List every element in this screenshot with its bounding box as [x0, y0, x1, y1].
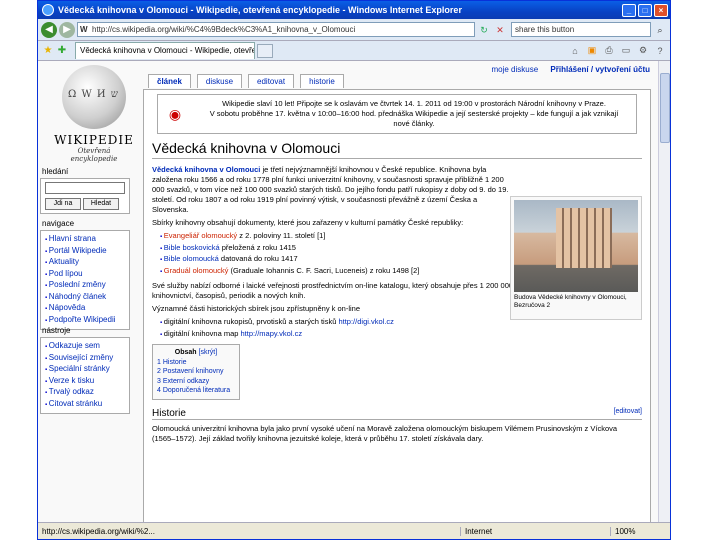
- photo-thumbnail[interactable]: Budova Vědecké knihovny v Olomouci, Bezr…: [510, 196, 642, 320]
- tab-edit[interactable]: editovat: [248, 74, 295, 88]
- zoom-level[interactable]: 100%: [610, 526, 670, 536]
- refresh-icon[interactable]: ↻: [477, 23, 491, 37]
- tools-item[interactable]: Odkazuje sem: [45, 341, 125, 353]
- list-intro: Sbírky knihovny obsahují dokumenty, kter…: [152, 218, 464, 227]
- wiki-name: WIKIPEDIE: [54, 133, 134, 147]
- notice-line: nové články.: [393, 119, 435, 128]
- nav-item[interactable]: Portál Wikipedie: [45, 246, 125, 258]
- nav-item[interactable]: Nápověda: [45, 303, 125, 315]
- globe-icon: [62, 65, 126, 129]
- tools-label: nástroje: [42, 326, 71, 335]
- table-of-contents: Obsah [skrýt] 1 Historie 2 Postavení kni…: [152, 344, 240, 400]
- toc-toggle[interactable]: [skrýt]: [199, 349, 218, 356]
- tools-item[interactable]: Speciální stránky: [45, 364, 125, 376]
- tools-item[interactable]: Trvalý odkaz: [45, 387, 125, 399]
- tools-portlet: nástroje Odkazuje sem Související změny …: [40, 326, 130, 414]
- list-item: digitální knihovna map http://mapy.vkol.…: [160, 329, 642, 341]
- tab-toolbar: ★ ✚ Vědecká knihovna v Olomouci - Wikipe…: [38, 41, 670, 61]
- back-icon[interactable]: ◀: [41, 21, 57, 38]
- search-input[interactable]: share this button: [511, 22, 651, 37]
- new-tab-button[interactable]: [257, 43, 273, 58]
- go-button[interactable]: Jdi na: [45, 198, 81, 210]
- content-tabs: článek diskuse editovat historie: [148, 74, 344, 88]
- toc-item[interactable]: 4 Doporučená literatura: [157, 386, 235, 396]
- tools-item[interactable]: Verze k tisku: [45, 376, 125, 388]
- page-title: Vědecká knihovna v Olomouci: [152, 140, 642, 159]
- login-link[interactable]: Přihlášení / vytvoření účtu: [550, 65, 650, 74]
- search-icon[interactable]: ⌕: [653, 23, 667, 37]
- forward-icon[interactable]: ▶: [59, 21, 75, 38]
- history-paragraph: Olomoucká univerzitní knihovna byla jako…: [152, 423, 618, 443]
- wiki-slogan: Otevřená encyklopedie: [70, 147, 118, 163]
- minimize-button[interactable]: _: [622, 3, 636, 17]
- notice-line: V sobotu proběhne 17. května v 10:00–16:…: [209, 109, 619, 118]
- address-toolbar: ◀ ▶ http://cs.wikipedia.org/wiki/%C4%9Bd…: [38, 19, 670, 41]
- nav-item[interactable]: Hlavní strana: [45, 234, 125, 246]
- nav-item[interactable]: Pod lípou: [45, 269, 125, 281]
- personal-links: moje diskuse Přihlášení / vytvoření účtu: [491, 65, 650, 74]
- favorites-star-icon[interactable]: ★: [41, 45, 55, 56]
- search-portlet: hledání Jdi na Hledat: [40, 167, 130, 214]
- intro-paragraph: Vědecká knihovna v Olomouci je třetí nej…: [152, 165, 509, 214]
- page-icon[interactable]: ▭: [619, 45, 633, 56]
- add-favorite-icon[interactable]: ✚: [55, 45, 69, 56]
- window-title: Vědecká knihovna v Olomouci - Wikipedie,…: [58, 5, 462, 15]
- section-edit-link[interactable]: [editovat]: [614, 408, 642, 419]
- wiki-search-input[interactable]: [45, 182, 125, 194]
- close-button[interactable]: ×: [654, 3, 668, 17]
- tools-item[interactable]: Související změny: [45, 353, 125, 365]
- maximize-button[interactable]: □: [638, 3, 652, 17]
- title-bar: Vědecká knihovna v Olomouci - Wikipedie,…: [38, 1, 670, 19]
- section-heading: Historie [editovat]: [152, 407, 642, 420]
- wikipedia-logo[interactable]: WIKIPEDIE Otevřená encyklopedie: [54, 65, 134, 173]
- library-building-photo[interactable]: [514, 200, 638, 292]
- nav-item[interactable]: Náhodný článek: [45, 292, 125, 304]
- tab-article[interactable]: článek: [148, 74, 191, 88]
- search-label: hledání: [42, 167, 69, 176]
- find-button[interactable]: Hledat: [83, 198, 119, 210]
- article-body: ◉ Wikipedie slaví 10 let! Připojte se k …: [143, 89, 651, 523]
- tab-discussion[interactable]: diskuse: [196, 74, 243, 88]
- tools-item[interactable]: Citovat stránku: [45, 399, 125, 411]
- site-notice: ◉ Wikipedie slaví 10 let! Připojte se k …: [157, 94, 637, 134]
- nav-item[interactable]: Aktuality: [45, 257, 125, 269]
- address-input[interactable]: http://cs.wikipedia.org/wiki/%C4%9Bdeck%…: [77, 22, 475, 37]
- vertical-scrollbar[interactable]: [658, 61, 670, 523]
- scrollbar-thumb[interactable]: [660, 73, 670, 143]
- status-url: http://cs.wikipedia.org/wiki/%2...: [42, 526, 155, 536]
- notice-line: Wikipedie slaví 10 let! Připojte se k os…: [222, 99, 606, 108]
- toc-item[interactable]: 2 Postavení knihovny: [157, 367, 235, 377]
- browser-tab-active[interactable]: Vědecká knihovna v Olomouci - Wikipedie,…: [75, 42, 255, 59]
- intro-link[interactable]: Vědecká knihovna v Olomouci: [152, 165, 260, 174]
- navigation-portlet: navigace Hlavní strana Portál Wikipedie …: [40, 219, 130, 330]
- nav-item[interactable]: Poslední změny: [45, 280, 125, 292]
- home-icon[interactable]: ⌂: [568, 46, 582, 56]
- tools-icon[interactable]: ⚙: [636, 45, 650, 56]
- page-viewport: WIKIPEDIE Otevřená encyklopedie hledání …: [38, 61, 670, 523]
- feeds-icon[interactable]: ▣: [585, 45, 599, 56]
- digital-list: digitální knihovna rukopisů, prvotisků a…: [160, 317, 642, 340]
- photo-caption: Budova Vědecké knihovny v Olomouci, Bezr…: [514, 294, 627, 309]
- stop-icon[interactable]: ✕: [493, 23, 507, 37]
- toc-title: Obsah: [174, 349, 197, 356]
- status-zone: Internet: [460, 526, 610, 536]
- command-bar: ⌂ ▣ ⎙ ▭ ⚙ ?: [568, 45, 667, 56]
- wikimedia-logo-icon: ◉: [168, 106, 182, 122]
- ie-logo-icon: [42, 4, 54, 16]
- toc-item[interactable]: 1 Historie: [157, 358, 235, 368]
- print-icon[interactable]: ⎙: [602, 45, 616, 56]
- navigation-label: navigace: [42, 219, 75, 228]
- my-talk-link[interactable]: moje diskuse: [491, 65, 538, 74]
- status-bar: http://cs.wikipedia.org/wiki/%2... Inter…: [38, 522, 670, 539]
- nav-item[interactable]: Podpořte Wikipedii: [45, 315, 125, 327]
- browser-window: Vědecká knihovna v Olomouci - Wikipedie,…: [37, 0, 671, 540]
- help-icon[interactable]: ?: [653, 46, 667, 56]
- toc-item[interactable]: 3 Externí odkazy: [157, 377, 235, 387]
- tab-history[interactable]: historie: [300, 74, 344, 88]
